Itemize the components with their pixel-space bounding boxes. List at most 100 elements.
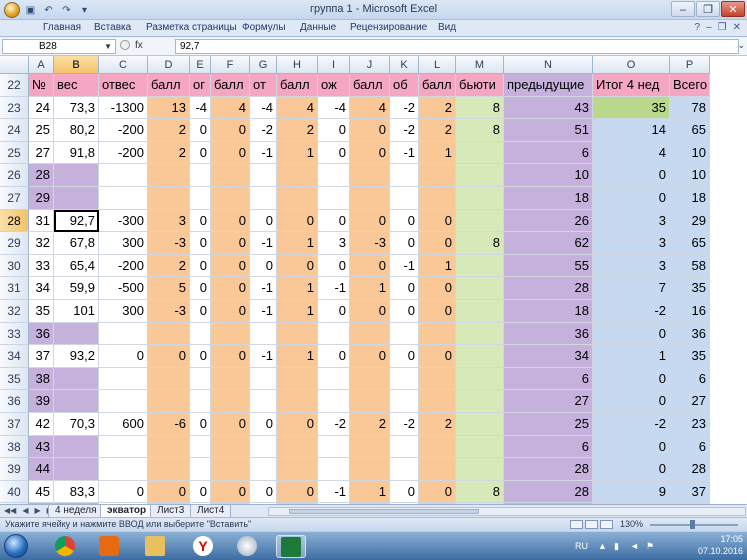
expand-formula-icon[interactable]: ⌄ (737, 40, 745, 51)
help-icon[interactable]: ? (695, 22, 701, 33)
cell-n38[interactable]: 6 (504, 435, 593, 459)
cell-c24[interactable]: -200 (99, 119, 148, 142)
cell-p36[interactable]: 27 (670, 390, 710, 413)
cell-o33[interactable]: 0 (593, 322, 670, 346)
normal-view-button[interactable] (570, 520, 583, 529)
row-header[interactable]: 33 (0, 322, 29, 346)
cell-f28[interactable]: 0 (211, 209, 250, 233)
cell-a22[interactable]: № (29, 74, 54, 97)
cell-a30[interactable]: 33 (29, 254, 54, 278)
fx-icon[interactable]: fx (135, 40, 143, 51)
cell-e27[interactable] (190, 187, 211, 210)
cell-k31[interactable]: 0 (390, 277, 419, 300)
cell-k36[interactable] (390, 390, 419, 413)
cell-o23[interactable]: 35 (593, 96, 670, 120)
cell-e31[interactable]: 0 (190, 277, 211, 300)
row-header[interactable]: 37 (0, 413, 29, 436)
tab-formulas[interactable]: Формулы (242, 22, 286, 33)
zoom-level[interactable]: 130% (620, 518, 643, 531)
column-header-e[interactable]: E (190, 56, 211, 74)
cell-n35[interactable]: 6 (504, 367, 593, 391)
cell-m31[interactable] (456, 277, 504, 300)
cell-l38[interactable] (419, 435, 456, 459)
cell-k23[interactable]: -2 (390, 96, 419, 120)
cell-h27[interactable] (277, 187, 318, 210)
cell-n29[interactable]: 62 (504, 232, 593, 255)
cell-h26[interactable] (277, 164, 318, 187)
tab-view[interactable]: Вид (438, 22, 456, 33)
cell-p38[interactable]: 6 (670, 435, 710, 459)
cell-n30[interactable]: 55 (504, 254, 593, 278)
cell-l34[interactable]: 0 (419, 345, 456, 368)
row-header[interactable]: 32 (0, 300, 29, 323)
cell-p39[interactable]: 28 (670, 458, 710, 481)
cell-j37[interactable]: 2 (350, 413, 390, 436)
tab-review[interactable]: Рецензирование (350, 22, 427, 33)
cell-j39[interactable] (350, 458, 390, 481)
cell-l32[interactable]: 0 (419, 300, 456, 323)
cell-b22[interactable]: вес (54, 74, 99, 97)
cell-m24[interactable]: 8 (456, 119, 504, 142)
cell-e40[interactable]: 0 (190, 480, 211, 504)
column-header-b[interactable]: B (54, 56, 99, 74)
page-layout-view-button[interactable] (585, 520, 598, 529)
cell-f27[interactable] (211, 187, 250, 210)
cell-a33[interactable]: 36 (29, 322, 54, 346)
cell-m22[interactable]: бьюти (456, 74, 504, 97)
cell-d37[interactable]: -6 (148, 413, 190, 436)
cell-l22[interactable]: балл (419, 74, 456, 97)
cell-n31[interactable]: 28 (504, 277, 593, 300)
column-header-a[interactable]: A (29, 56, 54, 74)
cell-l33[interactable] (419, 322, 456, 346)
cell-b39[interactable] (54, 458, 99, 481)
cell-e38[interactable] (190, 435, 211, 459)
cell-j32[interactable]: 0 (350, 300, 390, 323)
cell-k39[interactable] (390, 458, 419, 481)
cell-f26[interactable] (211, 164, 250, 187)
cell-g24[interactable]: -2 (250, 119, 277, 142)
ribbon-minimize-icon[interactable]: – (706, 22, 712, 33)
row-header[interactable]: 26 (0, 164, 29, 187)
cell-c25[interactable]: -200 (99, 141, 148, 165)
cell-k33[interactable] (390, 322, 419, 346)
cell-d27[interactable] (148, 187, 190, 210)
row-header[interactable]: 35 (0, 367, 29, 391)
excel-taskbar-button[interactable] (276, 535, 306, 558)
cell-a29[interactable]: 32 (29, 232, 54, 255)
cell-n25[interactable]: 6 (504, 141, 593, 165)
cell-d23[interactable]: 13 (148, 96, 190, 120)
cell-g33[interactable] (250, 322, 277, 346)
cell-f36[interactable] (211, 390, 250, 413)
cell-c23[interactable]: -1300 (99, 96, 148, 120)
cell-o25[interactable]: 4 (593, 141, 670, 165)
cell-o39[interactable]: 0 (593, 458, 670, 481)
cell-f25[interactable]: 0 (211, 141, 250, 165)
cell-a32[interactable]: 35 (29, 300, 54, 323)
cell-d33[interactable] (148, 322, 190, 346)
cell-c26[interactable] (99, 164, 148, 187)
cell-b24[interactable]: 80,2 (54, 119, 99, 142)
cell-c33[interactable] (99, 322, 148, 346)
tab-home[interactable]: Главная (43, 22, 81, 33)
speaker-icon[interactable]: ◄ (630, 541, 639, 551)
cell-m35[interactable] (456, 367, 504, 391)
row-header[interactable]: 34 (0, 345, 29, 368)
cell-a40[interactable]: 45 (29, 480, 54, 504)
cell-g31[interactable]: -1 (250, 277, 277, 300)
ribbon-restore-icon[interactable]: ❐ (718, 22, 727, 33)
cell-m39[interactable] (456, 458, 504, 481)
cell-k29[interactable]: 0 (390, 232, 419, 255)
cell-n28[interactable]: 26 (504, 209, 593, 233)
cell-j28[interactable]: 0 (350, 209, 390, 233)
cell-p28[interactable]: 29 (670, 209, 710, 233)
cell-c30[interactable]: -200 (99, 254, 148, 278)
cell-c34[interactable]: 0 (99, 345, 148, 368)
cell-k27[interactable] (390, 187, 419, 210)
cell-a35[interactable]: 38 (29, 367, 54, 391)
cell-g39[interactable] (250, 458, 277, 481)
cell-h22[interactable]: балл (277, 74, 318, 97)
cell-b40[interactable]: 83,3 (54, 480, 99, 504)
cell-o24[interactable]: 14 (593, 119, 670, 142)
cell-m27[interactable] (456, 187, 504, 210)
cell-a36[interactable]: 39 (29, 390, 54, 413)
